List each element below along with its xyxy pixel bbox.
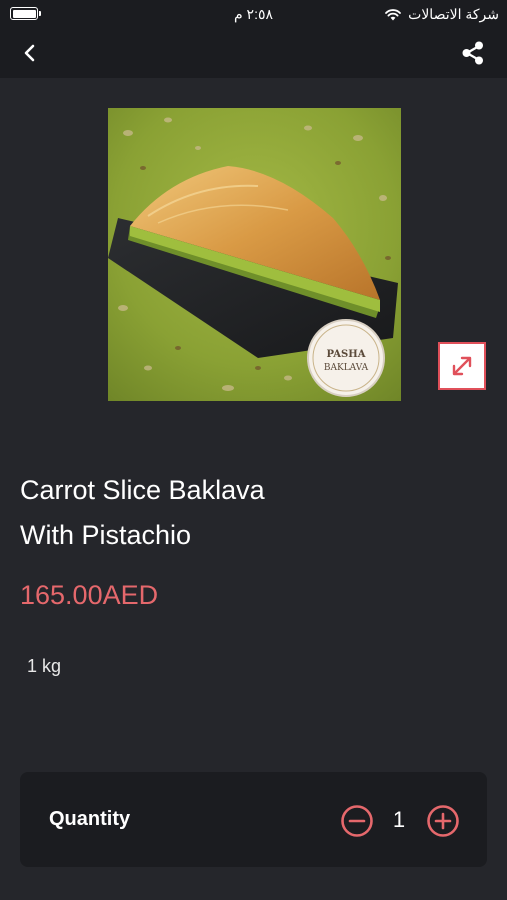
product-title: Carrot Slice Baklava With Pistachio (20, 468, 480, 558)
product-title-line2: With Pistachio (20, 520, 192, 550)
quantity-value: 1 (392, 807, 406, 832)
share-button[interactable] (459, 39, 487, 67)
plus-circle-icon (427, 805, 459, 837)
product-price: 165.00AED (20, 580, 159, 610)
expand-arrows-icon (452, 356, 472, 376)
chevron-left-icon (24, 44, 35, 62)
decrease-quantity-button[interactable] (340, 804, 374, 838)
baklava-illustration: PASHA BAKLAVA (108, 108, 401, 401)
logo-line1: PASHA (327, 349, 366, 360)
share-icon (462, 41, 483, 65)
wifi-icon (385, 9, 402, 21)
back-button[interactable] (14, 39, 44, 67)
carrier-name: شركة الاتصالات (408, 6, 499, 22)
quantity-selector: Quantity 1 (20, 772, 487, 867)
product-image[interactable]: PASHA BAKLAVA (108, 108, 401, 401)
minus-circle-icon (341, 805, 373, 837)
expand-image-button[interactable] (438, 342, 486, 390)
increase-quantity-button[interactable] (426, 804, 460, 838)
navigation-bar (0, 28, 507, 78)
product-weight: 1 kg (27, 656, 62, 676)
status-bar: ٢:٥٨ م شركة الاتصالات (0, 0, 507, 28)
carrier-info: شركة الاتصالات (384, 6, 499, 23)
quantity-label: Quantity (49, 808, 131, 830)
logo-line2: BAKLAVA (324, 363, 369, 373)
product-title-line1: Carrot Slice Baklava (20, 475, 265, 505)
